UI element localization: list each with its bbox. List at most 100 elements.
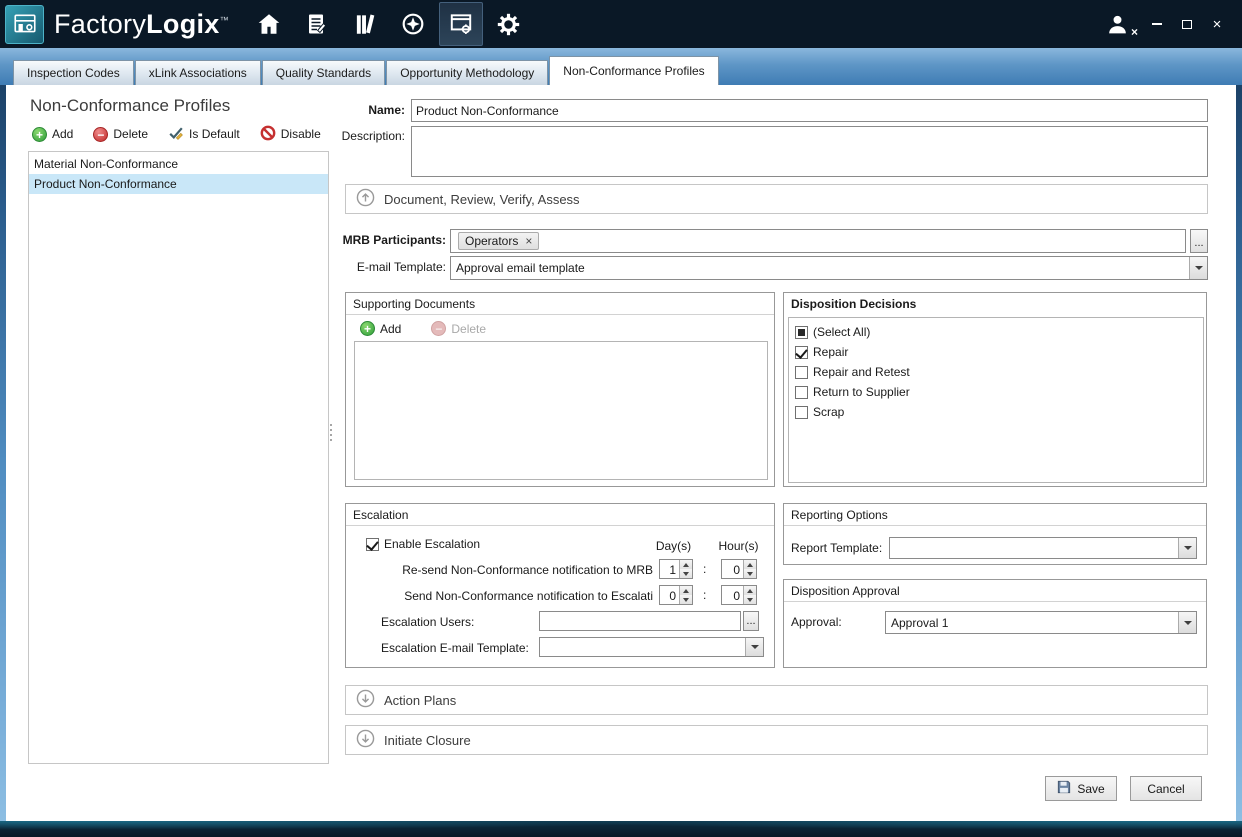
close-button[interactable]: ×	[1210, 17, 1224, 31]
cancel-label: Cancel	[1147, 782, 1184, 796]
spin-down-icon[interactable]	[744, 595, 756, 604]
escalation-title: Escalation	[346, 504, 774, 526]
spin-down-icon[interactable]	[744, 569, 756, 578]
mrb-participants-field[interactable]: Operators ×	[450, 229, 1186, 253]
tag-remove-icon[interactable]: ×	[525, 235, 532, 247]
spin-down-icon[interactable]	[680, 595, 692, 604]
profile-item[interactable]: Material Non-Conformance	[29, 154, 328, 174]
name-label: Name:	[305, 103, 405, 117]
dropdown-chevron-icon[interactable]	[745, 638, 763, 656]
tab-label: xLink Associations	[149, 66, 247, 80]
main-nav	[245, 0, 533, 48]
section-action-plans[interactable]: Action Plans	[345, 685, 1208, 715]
collapse-down-icon	[356, 689, 375, 711]
maximize-button[interactable]	[1180, 17, 1194, 31]
tab-xlink-associations[interactable]: xLink Associations	[135, 60, 261, 85]
description-label: Description:	[305, 129, 405, 143]
escalation-template-combo[interactable]	[539, 637, 764, 657]
spin-down-icon[interactable]	[680, 569, 692, 578]
decision-row: Repair	[795, 342, 1203, 362]
delete-icon: −	[93, 127, 108, 142]
disposition-decisions-group: Disposition Decisions (Select All) Repai…	[783, 292, 1207, 487]
spin-up-icon[interactable]	[744, 560, 756, 569]
save-icon	[1057, 780, 1071, 797]
email-template-label: E-mail Template:	[305, 260, 446, 274]
app-window: FactoryLogix™	[0, 0, 1242, 837]
decision-label: Repair	[813, 345, 848, 359]
tab-inspection-codes[interactable]: Inspection Codes	[13, 60, 134, 85]
decision-label: Scrap	[813, 405, 844, 419]
mrb-participants-more-button[interactable]: ...	[1190, 229, 1208, 253]
decision-label: Repair and Retest	[813, 365, 910, 379]
description-input[interactable]	[411, 126, 1208, 177]
send-days-spinner: 0	[659, 585, 693, 605]
library-books-icon[interactable]	[343, 2, 387, 46]
resend-days-value: 1	[660, 560, 679, 578]
repair-and-retest-checkbox[interactable]	[795, 366, 808, 379]
tab-quality-standards[interactable]: Quality Standards	[262, 60, 385, 85]
enable-escalation-checkbox[interactable]	[366, 538, 379, 551]
section-document-review-verify-assess[interactable]: Document, Review, Verify, Assess	[345, 184, 1208, 214]
tab-opportunity-methodology[interactable]: Opportunity Methodology	[386, 60, 548, 85]
name-input[interactable]	[411, 99, 1208, 122]
escalation-users-more-button[interactable]: ...	[743, 611, 759, 631]
mrb-tags: Operators ×	[451, 230, 1185, 252]
escalation-users-label: Escalation Users:	[381, 615, 474, 629]
minimize-icon	[1152, 23, 1162, 25]
select-all-checkbox[interactable]	[795, 326, 808, 339]
app-title: FactoryLogix™	[54, 9, 229, 40]
escalation-users-input[interactable]	[539, 611, 741, 631]
dropdown-chevron-icon[interactable]	[1178, 538, 1196, 558]
profiles-panel-title: Non-Conformance Profiles	[30, 96, 230, 116]
repair-checkbox[interactable]	[795, 346, 808, 359]
section-initiate-closure[interactable]: Initiate Closure	[345, 725, 1208, 755]
approval-label: Approval:	[791, 615, 842, 629]
participant-tag: Operators ×	[458, 232, 539, 250]
cancel-button[interactable]: Cancel	[1130, 776, 1202, 801]
supporting-documents-list[interactable]	[354, 341, 768, 480]
approval-combo[interactable]: Approval 1	[885, 611, 1197, 634]
escalation-template-label: Escalation E-mail Template:	[381, 641, 529, 655]
delete-profile-button[interactable]: − Delete	[93, 127, 148, 142]
decision-row: Repair and Retest	[795, 362, 1203, 382]
mrb-participants-label: MRB Participants:	[305, 233, 446, 247]
send-hours-value: 0	[722, 586, 743, 604]
tab-non-conformance-profiles[interactable]: Non-Conformance Profiles	[549, 56, 718, 85]
colon-separator: :	[703, 562, 706, 576]
brand-logix: Logix	[146, 9, 220, 39]
collapse-up-icon	[356, 188, 375, 210]
production-documents-icon[interactable]	[295, 2, 339, 46]
user-signout-icon[interactable]: ×	[1102, 9, 1132, 39]
send-hours-spinner: 0	[721, 585, 757, 605]
tab-label: Non-Conformance Profiles	[563, 64, 704, 78]
spin-up-icon[interactable]	[680, 560, 692, 569]
spin-up-icon[interactable]	[680, 586, 692, 595]
email-template-combo[interactable]: Approval email template	[450, 256, 1208, 280]
tab-label: Inspection Codes	[27, 66, 120, 80]
minimize-button[interactable]	[1150, 17, 1164, 31]
dropdown-chevron-icon[interactable]	[1189, 257, 1207, 279]
collapse-down-icon	[356, 729, 375, 751]
add-document-button[interactable]: + Add	[360, 321, 401, 336]
save-button[interactable]: Save	[1045, 776, 1117, 801]
enable-escalation-row: Enable Escalation	[366, 534, 480, 554]
scrap-checkbox[interactable]	[795, 406, 808, 419]
spin-up-icon[interactable]	[744, 586, 756, 595]
profile-item-selected[interactable]: Product Non-Conformance	[29, 174, 328, 194]
add-icon: +	[360, 321, 375, 336]
settings-gear-icon[interactable]	[487, 2, 531, 46]
report-template-combo[interactable]	[889, 537, 1197, 559]
resend-notification-label: Re-send Non-Conformance notification to …	[354, 563, 653, 577]
hours-header: Hour(s)	[716, 539, 761, 553]
add-profile-button[interactable]: + Add	[32, 127, 73, 142]
panel-splitter[interactable]	[328, 418, 333, 446]
return-to-supplier-checkbox[interactable]	[795, 386, 808, 399]
trademark: ™	[220, 15, 229, 25]
home-icon[interactable]	[247, 2, 291, 46]
is-default-button[interactable]: Is Default	[168, 125, 240, 144]
configuration-icon[interactable]	[439, 2, 483, 46]
navigator-compass-icon[interactable]	[391, 2, 435, 46]
add-label: Add	[52, 127, 73, 141]
send-days-value: 0	[660, 586, 679, 604]
dropdown-chevron-icon[interactable]	[1178, 612, 1196, 633]
